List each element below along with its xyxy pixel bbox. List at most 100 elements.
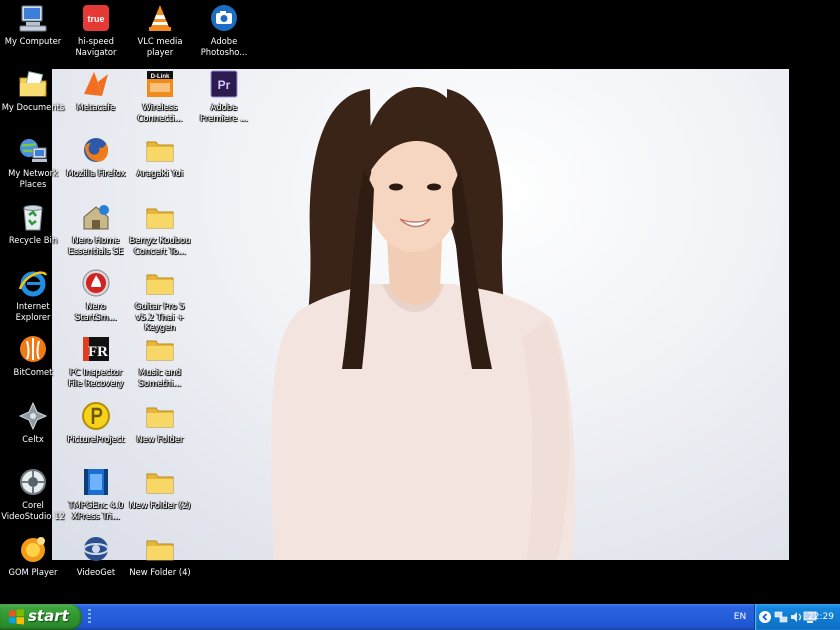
desktop-icon-label: VLC media player — [137, 36, 183, 57]
gom-icon — [17, 533, 49, 565]
desktop-icon-mozilla-firefox[interactable]: Mozilla Firefox — [63, 134, 129, 200]
network-icon — [17, 134, 49, 166]
desktop-icon-label: Adobe Premiere ... — [199, 102, 248, 123]
desktop-icon-my-computer[interactable]: My Computer — [0, 2, 66, 68]
desktop-icon-guitar-pro-folder[interactable]: Guitar Pro 5 v5.2 Thai + Keygen — [127, 267, 193, 333]
language-indicator[interactable]: EN — [728, 608, 752, 626]
desktop-icon-aragaki-yui-folder[interactable]: Aragaki Yui — [127, 134, 193, 200]
desktop-icon-label: BitComet — [13, 367, 53, 377]
desktop-icon-nero-startsmart[interactable]: Nero StartSm... — [63, 267, 129, 333]
desktop-icon-label: GOM Player — [8, 567, 58, 577]
desktop-icon-label: Guitar Pro 5 v5.2 Thai + Keygen — [135, 301, 185, 332]
fr-logo-text: FR — [88, 344, 108, 360]
desktop-icon-adobe-photoshop[interactable]: Adobe Photosho... — [191, 2, 257, 68]
folder-icon — [144, 201, 176, 233]
corel-icon — [17, 466, 49, 498]
desktop-icon-label: Recycle Bin — [8, 235, 58, 245]
desktop-icon-label: My Computer — [4, 36, 62, 46]
desktop-icon-hi-speed-navigator[interactable]: true hi-speed Navigator — [63, 2, 129, 68]
start-button[interactable]: start — [0, 604, 82, 630]
nero-home-icon — [80, 201, 112, 233]
desktop-icon-label: My Network Places — [8, 168, 58, 189]
desktop-icon-videoget[interactable]: VideoGet — [63, 533, 129, 599]
chevron-left-icon[interactable] — [759, 611, 771, 623]
desktop-icon-gom-player[interactable]: GOM Player — [0, 533, 66, 599]
computer-icon — [17, 2, 49, 34]
desktop-icon-label: Nero StartSm... — [75, 301, 117, 322]
true-logo-icon: true — [80, 2, 112, 34]
desktop-icon-vlc[interactable]: VLC media player — [127, 2, 193, 68]
desktop-icon-new-folder-4[interactable]: New Folder (4) — [127, 533, 193, 599]
desktop-icon-label: Wireless Connecti... — [137, 102, 183, 123]
nero-icon — [80, 267, 112, 299]
desktop-icon-label: VideoGet — [76, 567, 116, 577]
desktop-icon-bitcomet[interactable]: BitComet — [0, 333, 66, 399]
folder-icon — [144, 134, 176, 166]
desktop-icon-my-documents[interactable]: My Documents — [0, 68, 66, 134]
desktop-icon-internet-explorer[interactable]: Internet Explorer — [0, 267, 66, 333]
desktop-icon-label: New Folder (2) — [129, 500, 191, 510]
desktop-icon-label: New Folder (4) — [129, 567, 191, 577]
dlink-icon: D-Link — [144, 68, 176, 100]
desktop-icon-label: Aragaki Yui — [136, 168, 184, 178]
folder-icon — [144, 333, 176, 365]
bitcomet-icon — [17, 333, 49, 365]
desktop-icon-label: Nero Home Essentials SE — [68, 235, 124, 256]
desktop-icon-label: Mozilla Firefox — [66, 168, 126, 178]
clock[interactable]: 22:29 — [804, 604, 838, 630]
folder-icon — [144, 267, 176, 299]
desktop-icon-celtx[interactable]: Celtx — [0, 400, 66, 466]
celtx-icon — [17, 400, 49, 432]
desktop-icon-label: PictureProject — [67, 434, 125, 444]
desktop-icon-metacafe[interactable]: Metacafe — [63, 68, 129, 134]
desktop-icon-pictureproject[interactable]: PictureProject — [63, 400, 129, 466]
true-logo-text: true — [87, 14, 104, 24]
firefox-icon — [80, 134, 112, 166]
desktop-icon-wireless-connection[interactable]: D-Link Wireless Connecti... — [127, 68, 193, 134]
quicklaunch-grip[interactable] — [88, 609, 91, 625]
desktop-icon-label: Celtx — [22, 434, 44, 444]
desktop-icon-label: PC Inspector File Recovery — [68, 367, 124, 388]
desktop-icon-pc-inspector[interactable]: FR PC Inspector File Recovery — [63, 333, 129, 399]
desktop-icon-new-folder-2[interactable]: New Folder (2) — [127, 466, 193, 532]
desktop-icon-music-folder[interactable]: Music and Somethi... — [127, 333, 193, 399]
desktop-icon-my-network-places[interactable]: My Network Places — [0, 134, 66, 200]
desktop-icon-recycle-bin[interactable]: Recycle Bin — [0, 201, 66, 267]
desktop-icon-label: Adobe Photosho... — [200, 36, 248, 57]
windows-logo-icon — [9, 609, 24, 625]
film-icon — [80, 466, 112, 498]
premiere-logo-text: Pr — [218, 78, 231, 92]
documents-folder-icon — [17, 68, 49, 100]
desktop-icon-label: Internet Explorer — [15, 301, 51, 322]
recycle-bin-icon — [17, 201, 49, 233]
desktop-icon-corel-videostudio[interactable]: Corel VideoStudio 12 — [0, 466, 66, 532]
desktop-icon-new-folder[interactable]: New Folder — [127, 400, 193, 466]
network-tray-icon[interactable] — [774, 610, 788, 624]
desktop-icon-label: Berryz Koubou Concert To... — [129, 235, 191, 256]
desktop[interactable]: My Computer My Documents My Network Plac… — [0, 0, 840, 604]
pictureproject-icon — [80, 400, 112, 432]
vlc-cone-icon — [144, 2, 176, 34]
desktop-icon-nero-home[interactable]: Nero Home Essentials SE — [63, 201, 129, 267]
desktop-icon-adobe-premiere[interactable]: Pr Adobe Premiere ... — [191, 68, 257, 134]
volume-tray-icon[interactable] — [789, 610, 803, 624]
desktop-icon-label: Corel VideoStudio 12 — [1, 500, 65, 521]
ie-icon — [17, 267, 49, 299]
videoget-icon — [80, 533, 112, 565]
desktop-icon-tmpgenc[interactable]: TMPGEnc 4.0 XPress Tri... — [63, 466, 129, 532]
start-label: start — [28, 607, 69, 625]
desktop-icon-label: TMPGEnc 4.0 XPress Tri... — [68, 500, 124, 521]
desktop-icon-label: New Folder — [136, 434, 184, 444]
folder-icon — [144, 533, 176, 565]
folder-icon — [144, 400, 176, 432]
folder-icon — [144, 466, 176, 498]
desktop-icon-label: hi-speed Navigator — [75, 36, 117, 57]
desktop-icon-label: My Documents — [1, 102, 65, 112]
taskbar: start EN 22:29 — [0, 604, 840, 630]
dlink-logo-text: D-Link — [151, 74, 170, 80]
premiere-icon: Pr — [208, 68, 240, 100]
camera-icon — [208, 2, 240, 34]
desktop-icon-berryz-folder[interactable]: Berryz Koubou Concert To... — [127, 201, 193, 267]
desktop-icon-label: Metacafe — [76, 102, 116, 112]
metacafe-icon — [80, 68, 112, 100]
